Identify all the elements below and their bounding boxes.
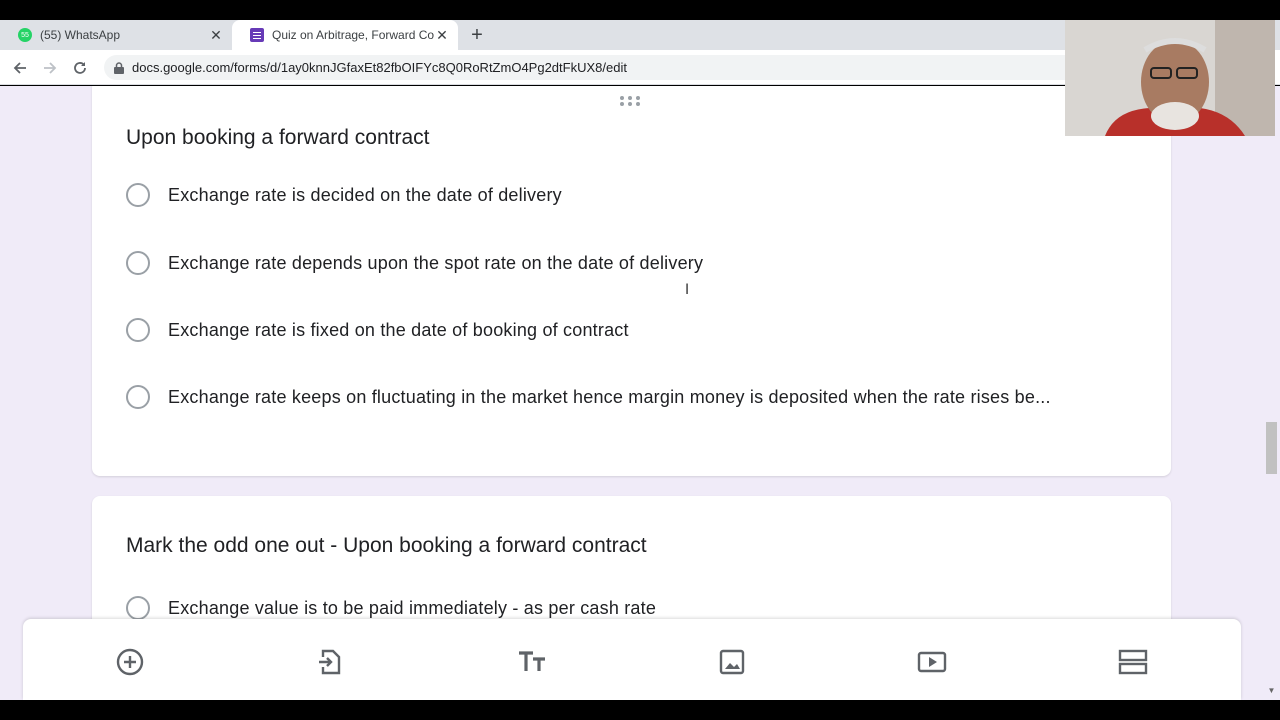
- option-label: Exchange value is to be paid immediately…: [168, 597, 657, 618]
- text-cursor-icon: I: [685, 282, 690, 298]
- lock-icon: [114, 61, 124, 74]
- question-title[interactable]: Upon booking a forward contract: [126, 126, 430, 150]
- webcam-overlay: [1065, 20, 1275, 136]
- radio-button[interactable]: [126, 251, 150, 275]
- forward-icon[interactable]: [38, 56, 62, 80]
- add-section-icon[interactable]: [1118, 647, 1148, 677]
- new-tab-icon[interactable]: +: [466, 20, 488, 50]
- reload-icon[interactable]: [68, 56, 92, 80]
- add-title-icon[interactable]: [517, 647, 547, 677]
- tab-quiz[interactable]: Quiz on Arbitrage, Forward Cont ✕: [232, 20, 458, 50]
- add-video-icon[interactable]: [917, 647, 947, 677]
- radio-button[interactable]: [126, 385, 150, 409]
- option-label: Exchange rate is decided on the date of …: [168, 184, 562, 205]
- option-label: Exchange rate keeps on fluctuating in th…: [168, 386, 1051, 407]
- bottom-black-bar: [0, 700, 1280, 720]
- scrollbar-thumb[interactable]: [1266, 422, 1277, 474]
- question-card[interactable]: Upon booking a forward contract Exchange…: [92, 86, 1171, 476]
- option-item[interactable]: Exchange rate keeps on fluctuating in th…: [126, 382, 1051, 412]
- tab-whatsapp[interactable]: 55 (55) WhatsApp ✕: [0, 20, 232, 50]
- drag-handle-icon[interactable]: [620, 96, 644, 108]
- tab-title: Quiz on Arbitrage, Forward Cont: [272, 28, 434, 42]
- add-image-icon[interactable]: [717, 647, 747, 677]
- url-text: docs.google.com/forms/d/1ay0knnJGfaxEt82…: [132, 60, 627, 75]
- form-editor: Upon booking a forward contract Exchange…: [0, 86, 1280, 700]
- back-icon[interactable]: [8, 56, 32, 80]
- tab-title: (55) WhatsApp: [40, 28, 121, 42]
- close-icon[interactable]: ✕: [208, 27, 224, 44]
- bottom-toolbar: [23, 619, 1241, 700]
- scroll-down-icon[interactable]: ▼: [1266, 686, 1277, 696]
- option-item[interactable]: Exchange rate is fixed on the date of bo…: [126, 315, 629, 345]
- question-title[interactable]: Mark the odd one out - Upon booking a fo…: [126, 534, 647, 558]
- option-item[interactable]: Exchange rate is decided on the date of …: [126, 180, 562, 210]
- radio-button[interactable]: [126, 183, 150, 207]
- whatsapp-icon: 55: [18, 28, 32, 42]
- import-questions-icon[interactable]: [315, 647, 345, 677]
- radio-button[interactable]: [126, 318, 150, 342]
- add-question-icon[interactable]: [115, 647, 145, 677]
- top-black-bar: [0, 0, 1280, 20]
- radio-button[interactable]: [126, 596, 150, 620]
- presenter-video: [1065, 20, 1275, 136]
- option-label: Exchange rate depends upon the spot rate…: [168, 252, 704, 273]
- option-item[interactable]: Exchange rate depends upon the spot rate…: [126, 248, 703, 278]
- close-icon[interactable]: ✕: [434, 27, 450, 44]
- option-label: Exchange rate is fixed on the date of bo…: [168, 319, 629, 340]
- google-forms-icon: [250, 28, 264, 42]
